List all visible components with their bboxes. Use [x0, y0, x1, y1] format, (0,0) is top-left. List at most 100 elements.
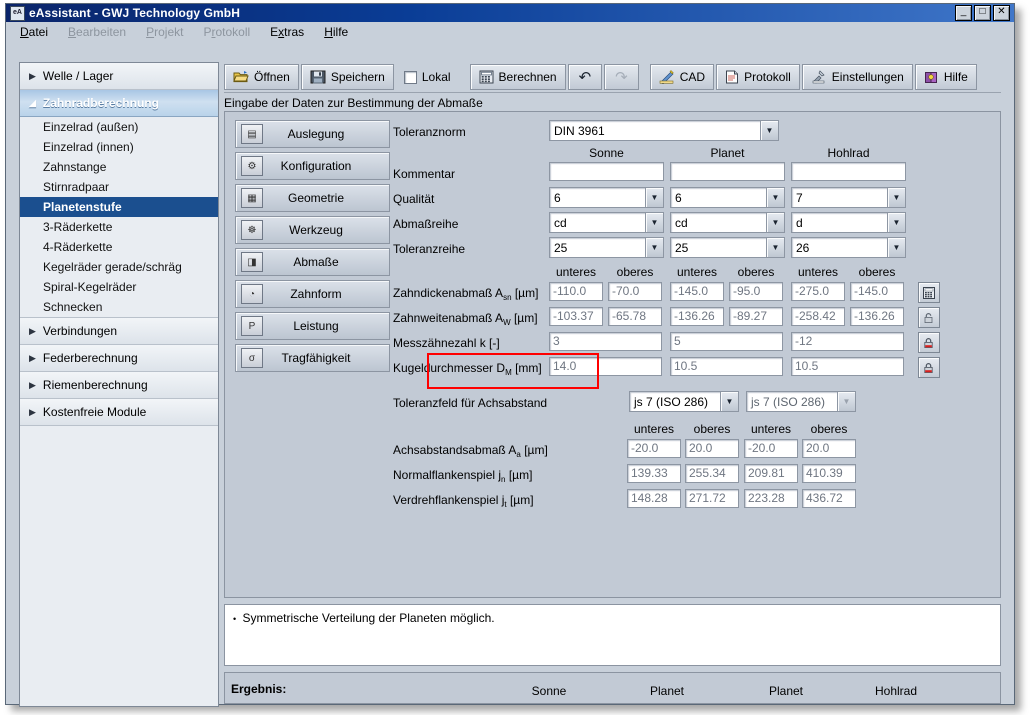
- sidebar-item-spiral-kegelraeder[interactable]: Spiral-Kegelräder: [20, 277, 218, 297]
- sidebar-item-schnecken[interactable]: Schnecken: [20, 297, 218, 317]
- comment-input-planet[interactable]: [670, 162, 785, 181]
- dm-planet[interactable]: 10.5: [670, 357, 783, 376]
- module-button-abmasse[interactable]: ◨ Abmaße: [235, 248, 390, 276]
- chevron-down-icon[interactable]: ▼: [887, 188, 905, 207]
- unlocked-padlock-icon-button-aw[interactable]: [918, 307, 940, 328]
- tolerance-series-select-sonne[interactable]: 25 ▼: [549, 237, 664, 258]
- asn-upper-planet[interactable]: -95.0: [729, 282, 783, 301]
- jn-upper-1[interactable]: 255.34: [685, 464, 739, 483]
- dm-sonne[interactable]: 14.0: [549, 357, 662, 376]
- menu-hilfe[interactable]: Hilfe: [324, 25, 348, 39]
- sidebar-group-verbindungen[interactable]: ▶ Verbindungen: [20, 317, 218, 345]
- module-button-konfiguration[interactable]: ⚙ Konfiguration: [235, 152, 390, 180]
- k-planet[interactable]: 5: [670, 332, 783, 351]
- asn-lower-planet[interactable]: -145.0: [670, 282, 724, 301]
- sidebar-group-riemenberechnung[interactable]: ▶ Riemenberechnung: [20, 372, 218, 399]
- open-button[interactable]: Öffnen: [224, 64, 299, 90]
- chevron-down-icon[interactable]: ▼: [766, 238, 784, 257]
- chevron-down-icon[interactable]: ▼: [720, 392, 738, 411]
- asn-upper-sonne[interactable]: -70.0: [608, 282, 662, 301]
- aw-upper-sonne[interactable]: -65.78: [608, 307, 662, 326]
- chevron-down-icon[interactable]: ▼: [760, 121, 778, 140]
- aw-lower-hohlrad[interactable]: -258.42: [791, 307, 845, 326]
- sidebar-item-einzelrad-innen[interactable]: Einzelrad (innen): [20, 137, 218, 157]
- report-button[interactable]: Protokoll: [716, 64, 800, 90]
- k-hohlrad[interactable]: -12: [791, 332, 904, 351]
- module-button-werkzeug[interactable]: ☸ Werkzeug: [235, 216, 390, 244]
- aa-lower-1[interactable]: -20.0: [627, 439, 681, 458]
- sidebar-item-3-raederkette[interactable]: 3-Räderkette: [20, 217, 218, 237]
- deviation-series-select-sonne[interactable]: cd ▼: [549, 212, 664, 233]
- jt-upper-1[interactable]: 271.72: [685, 489, 739, 508]
- aw-upper-hohlrad[interactable]: -136.26: [850, 307, 904, 326]
- jn-lower-2[interactable]: 209.81: [744, 464, 798, 483]
- module-button-auslegung[interactable]: ▤ Auslegung: [235, 120, 390, 148]
- checkbox-box-icon[interactable]: [404, 71, 417, 84]
- tolerance-series-select-hohlrad[interactable]: 26 ▼: [791, 237, 906, 258]
- module-button-leistung[interactable]: P Leistung: [235, 312, 390, 340]
- jt-upper-2[interactable]: 436.72: [802, 489, 856, 508]
- quality-select-sonne[interactable]: 6 ▼: [549, 187, 664, 208]
- jt-lower-2[interactable]: 223.28: [744, 489, 798, 508]
- menu-extras[interactable]: Extras: [270, 25, 304, 39]
- chevron-down-icon[interactable]: ▼: [645, 238, 663, 257]
- asn-upper-hohlrad[interactable]: -145.0: [850, 282, 904, 301]
- aw-lower-planet[interactable]: -136.26: [670, 307, 724, 326]
- jt-lower-1[interactable]: 148.28: [627, 489, 681, 508]
- dm-hohlrad[interactable]: 10.5: [791, 357, 904, 376]
- aw-upper-planet[interactable]: -89.27: [729, 307, 783, 326]
- menu-projekt[interactable]: Projekt: [146, 25, 183, 39]
- close-button[interactable]: ✕: [993, 5, 1010, 21]
- sidebar-group-kostenfreie-module[interactable]: ▶ Kostenfreie Module: [20, 399, 218, 426]
- asn-lower-hohlrad[interactable]: -275.0: [791, 282, 845, 301]
- sidebar-item-stirnradpaar[interactable]: Stirnradpaar: [20, 177, 218, 197]
- menu-bearbeiten[interactable]: Bearbeiten: [68, 25, 126, 39]
- quality-select-planet[interactable]: 6 ▼: [670, 187, 785, 208]
- settings-button[interactable]: Einstellungen: [802, 64, 913, 90]
- aw-lower-sonne[interactable]: -103.37: [549, 307, 603, 326]
- module-button-geometrie[interactable]: ▦ Geometrie: [235, 184, 390, 212]
- sidebar-item-einzelrad-aussen[interactable]: Einzelrad (außen): [20, 117, 218, 137]
- module-button-zahnform[interactable]: ◔ Zahnform: [235, 280, 390, 308]
- menu-protokoll[interactable]: Protokoll: [203, 25, 250, 39]
- cad-button[interactable]: CAD: [650, 64, 714, 90]
- menu-datei[interactable]: Datei: [20, 25, 48, 39]
- asn-lower-sonne[interactable]: -110.0: [549, 282, 603, 301]
- chevron-down-icon[interactable]: ▼: [645, 213, 663, 232]
- undo-button[interactable]: ↶: [568, 64, 603, 90]
- sidebar-item-4-raederkette[interactable]: 4-Räderkette: [20, 237, 218, 257]
- chevron-down-icon[interactable]: ▼: [887, 238, 905, 257]
- calculate-button[interactable]: Berechnen: [470, 64, 566, 90]
- comment-input-hohlrad[interactable]: [791, 162, 906, 181]
- locked-padlock-icon-button-dm[interactable]: [918, 357, 940, 378]
- deviation-series-select-planet[interactable]: cd ▼: [670, 212, 785, 233]
- save-button[interactable]: Speichern: [301, 64, 394, 90]
- chevron-down-icon[interactable]: ▼: [887, 213, 905, 232]
- chevron-down-icon[interactable]: ▼: [766, 213, 784, 232]
- sidebar-item-planetenstufe[interactable]: Planetenstufe: [20, 197, 218, 217]
- quality-select-hohlrad[interactable]: 7 ▼: [791, 187, 906, 208]
- aa-upper-2[interactable]: 20.0: [802, 439, 856, 458]
- sidebar-group-zahnradberechnung[interactable]: ◢ Zahnradberechnung: [20, 90, 218, 117]
- tolerance-series-select-planet[interactable]: 25 ▼: [670, 237, 785, 258]
- aa-upper-1[interactable]: 20.0: [685, 439, 739, 458]
- locked-padlock-icon-button-k[interactable]: [918, 332, 940, 353]
- comment-input-sonne[interactable]: [549, 162, 664, 181]
- maximize-button[interactable]: □: [974, 5, 991, 21]
- k-sonne[interactable]: 3: [549, 332, 662, 351]
- calculator-icon-button-asn[interactable]: [918, 282, 940, 303]
- sidebar-group-welle-lager[interactable]: ▶ Welle / Lager: [20, 63, 218, 90]
- sidebar-group-federberechnung[interactable]: ▶ Federberechnung: [20, 345, 218, 372]
- minimize-button[interactable]: _: [955, 5, 972, 21]
- redo-button[interactable]: ↷: [604, 64, 639, 90]
- chevron-down-icon[interactable]: ▼: [645, 188, 663, 207]
- chevron-down-icon[interactable]: ▼: [766, 188, 784, 207]
- aa-lower-2[interactable]: -20.0: [744, 439, 798, 458]
- axis-tolerance-select-1[interactable]: js 7 (ISO 286) ▼: [629, 391, 739, 412]
- jn-upper-2[interactable]: 410.39: [802, 464, 856, 483]
- jn-lower-1[interactable]: 139.33: [627, 464, 681, 483]
- deviation-series-select-hohlrad[interactable]: d ▼: [791, 212, 906, 233]
- help-button[interactable]: Hilfe: [915, 64, 977, 90]
- sidebar-item-kegelraeder[interactable]: Kegelräder gerade/schräg: [20, 257, 218, 277]
- local-checkbox[interactable]: Lokal: [396, 65, 459, 89]
